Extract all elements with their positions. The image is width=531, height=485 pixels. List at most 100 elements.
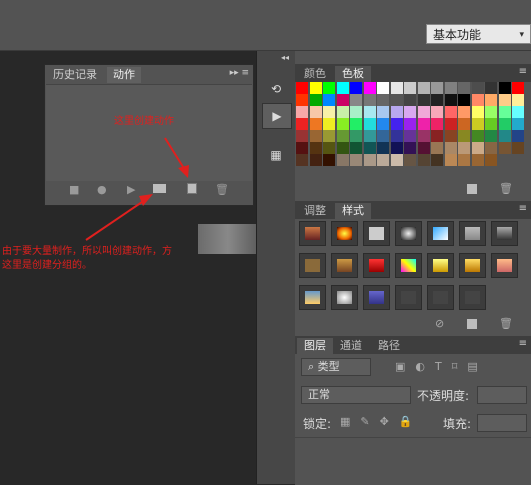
swatch[interactable] xyxy=(404,142,416,154)
fill-input[interactable] xyxy=(477,414,527,432)
swatch[interactable] xyxy=(458,94,470,106)
swatch[interactable] xyxy=(471,106,484,118)
swatch[interactable] xyxy=(363,142,376,154)
tab-adjustments[interactable]: 调整 xyxy=(297,203,333,219)
swatch[interactable] xyxy=(512,142,524,154)
swatch[interactable] xyxy=(296,82,308,94)
swatch[interactable] xyxy=(363,130,376,142)
swatch[interactable] xyxy=(498,106,511,118)
swatch[interactable] xyxy=(471,130,484,142)
style-tile[interactable] xyxy=(331,221,358,246)
layer-kind-filter[interactable]: ⌕ 类型 xyxy=(301,358,371,376)
swatch[interactable] xyxy=(444,82,457,94)
swatch[interactable] xyxy=(323,130,335,142)
swatch[interactable] xyxy=(498,82,511,94)
swatch[interactable] xyxy=(377,142,389,154)
swatch[interactable] xyxy=(363,94,376,106)
swatch[interactable] xyxy=(444,118,457,130)
swatch[interactable] xyxy=(417,142,430,154)
swatch[interactable] xyxy=(512,82,524,94)
swatch[interactable] xyxy=(485,154,497,166)
new-style-icon[interactable] xyxy=(467,319,477,329)
style-tile[interactable] xyxy=(363,221,390,246)
swatch[interactable] xyxy=(350,106,362,118)
swatch[interactable] xyxy=(458,142,470,154)
swatch[interactable] xyxy=(498,118,511,130)
tab-layers[interactable]: 图层 xyxy=(297,338,333,354)
swatch[interactable] xyxy=(309,94,322,106)
style-tile[interactable] xyxy=(459,285,486,310)
swatch[interactable] xyxy=(404,118,416,130)
opacity-input[interactable] xyxy=(477,386,527,404)
swatch[interactable] xyxy=(444,130,457,142)
swatch[interactable] xyxy=(431,142,443,154)
swatch[interactable] xyxy=(309,142,322,154)
new-swatch-icon[interactable] xyxy=(467,184,477,194)
swatch[interactable] xyxy=(485,106,497,118)
history-icon[interactable]: ⟲ xyxy=(262,77,290,101)
swatch[interactable] xyxy=(417,82,430,94)
swatch[interactable] xyxy=(512,94,524,106)
swatch[interactable] xyxy=(485,142,497,154)
swatch[interactable] xyxy=(336,106,349,118)
panel-menu-icon[interactable]: ≡ xyxy=(519,338,527,349)
swatch[interactable] xyxy=(323,154,335,166)
swatch[interactable] xyxy=(512,118,524,130)
swatch[interactable] xyxy=(404,82,416,94)
swatch[interactable] xyxy=(377,154,389,166)
swatch[interactable] xyxy=(458,118,470,130)
style-tile[interactable] xyxy=(427,221,454,246)
swatch[interactable] xyxy=(390,142,403,154)
swatch[interactable] xyxy=(431,82,443,94)
style-tile[interactable] xyxy=(395,253,422,278)
swatch[interactable] xyxy=(363,106,376,118)
swatch[interactable] xyxy=(404,130,416,142)
swatch[interactable] xyxy=(296,154,308,166)
swatch[interactable] xyxy=(498,94,511,106)
swatch[interactable] xyxy=(471,82,484,94)
swatch[interactable] xyxy=(377,118,389,130)
swatch[interactable] xyxy=(458,82,470,94)
swatch[interactable] xyxy=(363,154,376,166)
swatch[interactable] xyxy=(458,154,470,166)
swatch[interactable] xyxy=(444,142,457,154)
swatch[interactable] xyxy=(431,130,443,142)
style-tile[interactable] xyxy=(491,253,518,278)
panel-menu-icon[interactable]: ≡ xyxy=(519,66,527,77)
swatch[interactable] xyxy=(471,154,484,166)
swatch[interactable] xyxy=(431,154,443,166)
swatch[interactable] xyxy=(390,106,403,118)
swatch[interactable] xyxy=(444,94,457,106)
swatch[interactable] xyxy=(404,154,416,166)
swatch[interactable] xyxy=(336,118,349,130)
swatch[interactable] xyxy=(471,94,484,106)
swatch[interactable] xyxy=(309,154,322,166)
swatch[interactable] xyxy=(363,118,376,130)
swatch[interactable] xyxy=(404,106,416,118)
swatch[interactable] xyxy=(431,118,443,130)
swatch[interactable] xyxy=(417,130,430,142)
swatch[interactable] xyxy=(323,82,335,94)
swatch[interactable] xyxy=(350,94,362,106)
delete-icon[interactable]: 🗑 xyxy=(499,182,513,195)
style-tile[interactable] xyxy=(395,221,422,246)
swatch[interactable] xyxy=(417,118,430,130)
swatch[interactable] xyxy=(363,82,376,94)
layers-list[interactable] xyxy=(295,437,531,485)
swatch[interactable] xyxy=(296,94,308,106)
swatch[interactable] xyxy=(323,142,335,154)
swatch[interactable] xyxy=(309,118,322,130)
swatch[interactable] xyxy=(296,118,308,130)
swatch[interactable] xyxy=(458,106,470,118)
blend-mode-select[interactable]: 正常 xyxy=(301,386,411,404)
filter-icons[interactable]: ▣◐T⌑▤ xyxy=(395,360,488,373)
clear-style-icon[interactable]: ⊘ xyxy=(435,317,444,330)
tab-swatches[interactable]: 色板 xyxy=(335,66,371,82)
swatch[interactable] xyxy=(417,154,430,166)
swatch[interactable] xyxy=(431,106,443,118)
lock-icons[interactable]: ▦✎✥🔒 xyxy=(340,415,423,428)
swatch[interactable] xyxy=(485,82,497,94)
swatch[interactable] xyxy=(350,142,362,154)
style-tile[interactable] xyxy=(299,253,326,278)
swatch[interactable] xyxy=(431,94,443,106)
